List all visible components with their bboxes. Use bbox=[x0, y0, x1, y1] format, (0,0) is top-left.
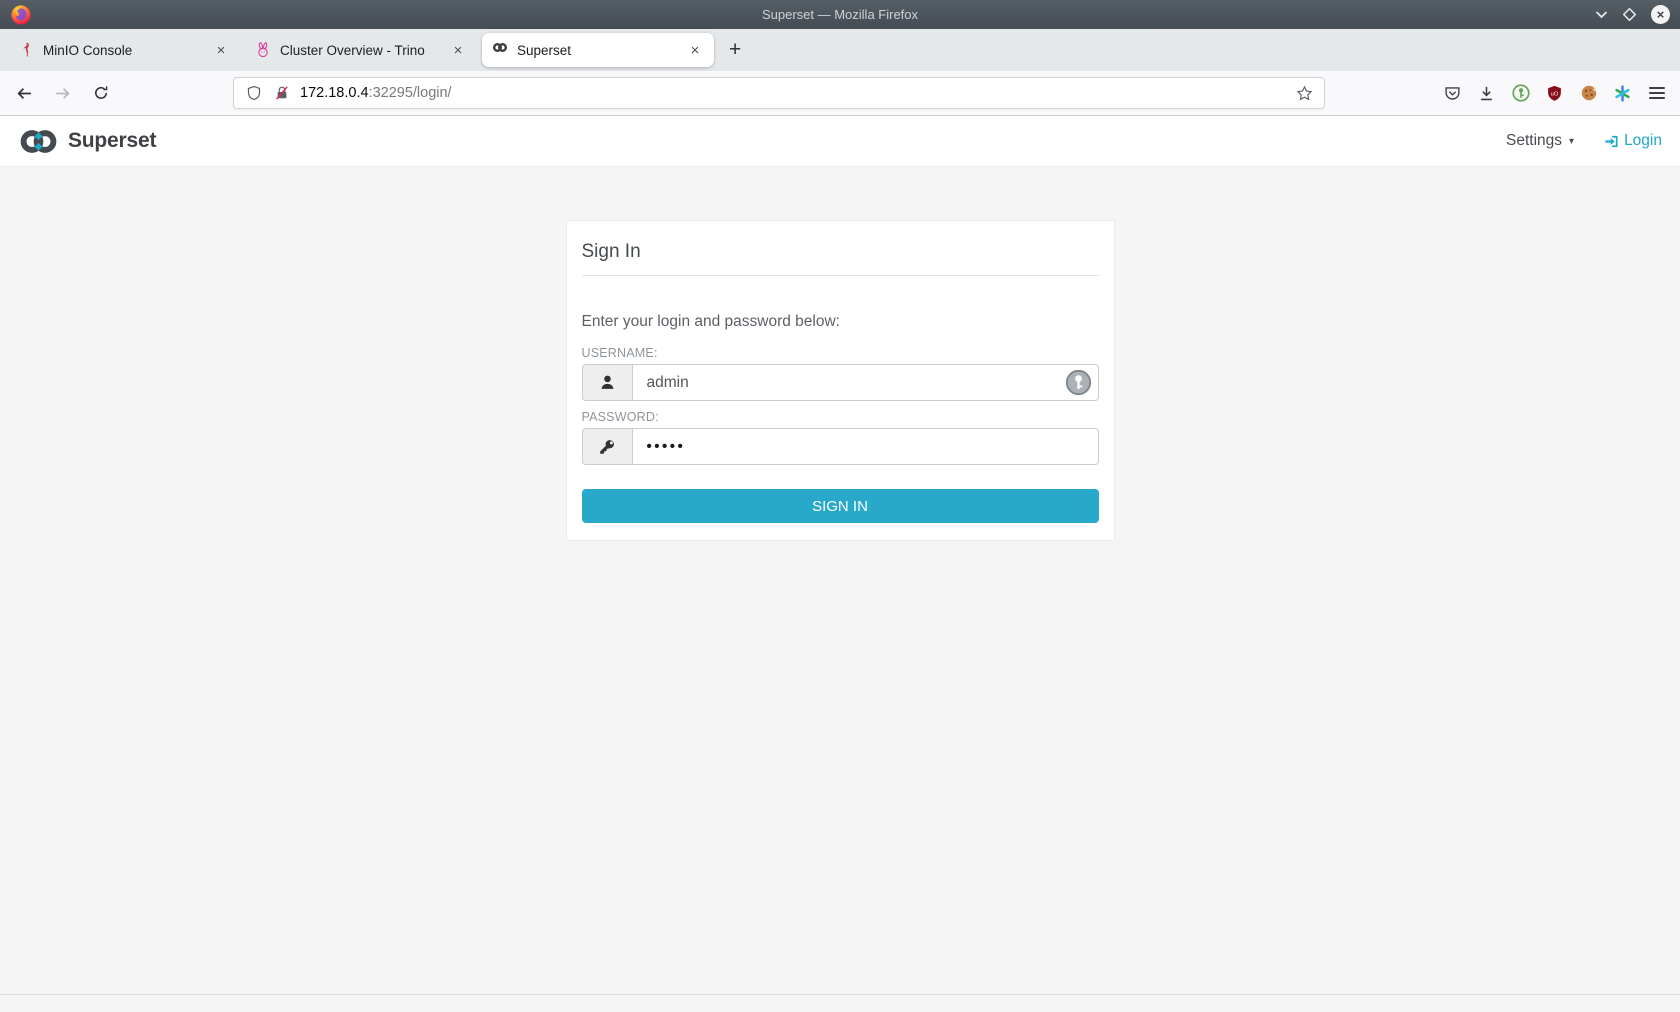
card-title: Sign In bbox=[582, 236, 1099, 275]
ublock-origin-icon[interactable]: uO bbox=[1545, 84, 1564, 103]
window-maximize-button[interactable] bbox=[1623, 8, 1636, 21]
tab-label: Cluster Overview - Trino bbox=[280, 43, 440, 58]
back-button[interactable] bbox=[10, 79, 39, 108]
settings-label: Settings bbox=[1506, 132, 1562, 150]
login-link[interactable]: Login bbox=[1604, 132, 1662, 150]
username-input-group bbox=[582, 364, 1099, 401]
login-label: Login bbox=[1624, 132, 1662, 150]
tab-strip: MinIO Console × Cluster Overview - Trino… bbox=[0, 29, 1680, 71]
forward-button[interactable] bbox=[48, 79, 77, 108]
tab-close-icon[interactable]: × bbox=[449, 42, 467, 59]
username-label: USERNAME: bbox=[582, 346, 1099, 360]
url-text[interactable]: 172.18.0.4:32295/login/ bbox=[300, 85, 1286, 101]
cookie-extension-icon[interactable] bbox=[1579, 84, 1598, 103]
tab-trino-cluster-overview[interactable]: Cluster Overview - Trino × bbox=[245, 33, 477, 67]
card-title-divider bbox=[582, 275, 1099, 276]
superset-brand[interactable]: Superset bbox=[18, 129, 156, 154]
reload-button[interactable] bbox=[86, 79, 115, 108]
key-icon bbox=[582, 428, 632, 465]
superset-favicon-icon bbox=[492, 42, 508, 58]
url-host: 172.18.0.4 bbox=[300, 85, 369, 101]
url-path: :32295/login/ bbox=[369, 85, 452, 101]
bookmark-star-icon[interactable] bbox=[1295, 84, 1314, 103]
svg-text:uO: uO bbox=[1551, 91, 1559, 97]
window-title: Superset — Mozilla Firefox bbox=[0, 7, 1680, 22]
tab-superset-active[interactable]: Superset × bbox=[482, 33, 714, 67]
footer-divider bbox=[0, 994, 1680, 995]
password-input[interactable] bbox=[632, 428, 1099, 465]
firefox-logo-icon bbox=[10, 4, 32, 26]
asterisk-extension-icon[interactable] bbox=[1613, 84, 1632, 103]
sign-in-card: Sign In Enter your login and password be… bbox=[566, 220, 1115, 541]
user-icon bbox=[582, 364, 632, 401]
keepassxc-field-badge-icon[interactable] bbox=[1065, 369, 1092, 396]
trino-favicon-icon bbox=[255, 42, 271, 58]
password-input-group bbox=[582, 428, 1099, 465]
superset-navbar: Superset Settings ▾ Login bbox=[0, 116, 1680, 167]
tab-label: MinIO Console bbox=[43, 43, 203, 58]
window-close-button[interactable]: × bbox=[1651, 5, 1670, 24]
sign-in-icon bbox=[1604, 134, 1619, 149]
browser-toolbar: 172.18.0.4:32295/login/ uO bbox=[0, 71, 1680, 116]
download-icon[interactable] bbox=[1477, 84, 1496, 103]
login-page: Sign In Enter your login and password be… bbox=[0, 167, 1680, 1012]
tab-minio-console[interactable]: MinIO Console × bbox=[8, 33, 240, 67]
new-tab-button[interactable]: + bbox=[719, 38, 751, 62]
tracking-protection-shield-icon[interactable] bbox=[244, 84, 263, 103]
url-bar[interactable]: 172.18.0.4:32295/login/ bbox=[233, 77, 1325, 109]
keepassxc-icon[interactable] bbox=[1511, 84, 1530, 103]
window-minimize-button[interactable] bbox=[1595, 10, 1608, 19]
minio-favicon-icon bbox=[18, 42, 34, 58]
tab-label: Superset bbox=[517, 43, 677, 58]
superset-logo-icon bbox=[18, 129, 59, 154]
username-input[interactable] bbox=[632, 364, 1099, 401]
login-instruction: Enter your login and password below: bbox=[582, 313, 1099, 331]
caret-down-icon: ▾ bbox=[1569, 136, 1574, 147]
settings-dropdown[interactable]: Settings ▾ bbox=[1506, 132, 1574, 150]
tab-close-icon[interactable]: × bbox=[212, 42, 230, 59]
menu-icon[interactable] bbox=[1647, 84, 1666, 103]
pocket-icon[interactable] bbox=[1443, 84, 1462, 103]
window-titlebar: Superset — Mozilla Firefox × bbox=[0, 0, 1680, 29]
sign-in-button[interactable]: SIGN IN bbox=[582, 489, 1099, 523]
insecure-connection-lock-icon[interactable] bbox=[272, 84, 291, 103]
brand-title: Superset bbox=[68, 129, 156, 153]
tab-close-icon[interactable]: × bbox=[686, 42, 704, 59]
password-label: PASSWORD: bbox=[582, 410, 1099, 424]
